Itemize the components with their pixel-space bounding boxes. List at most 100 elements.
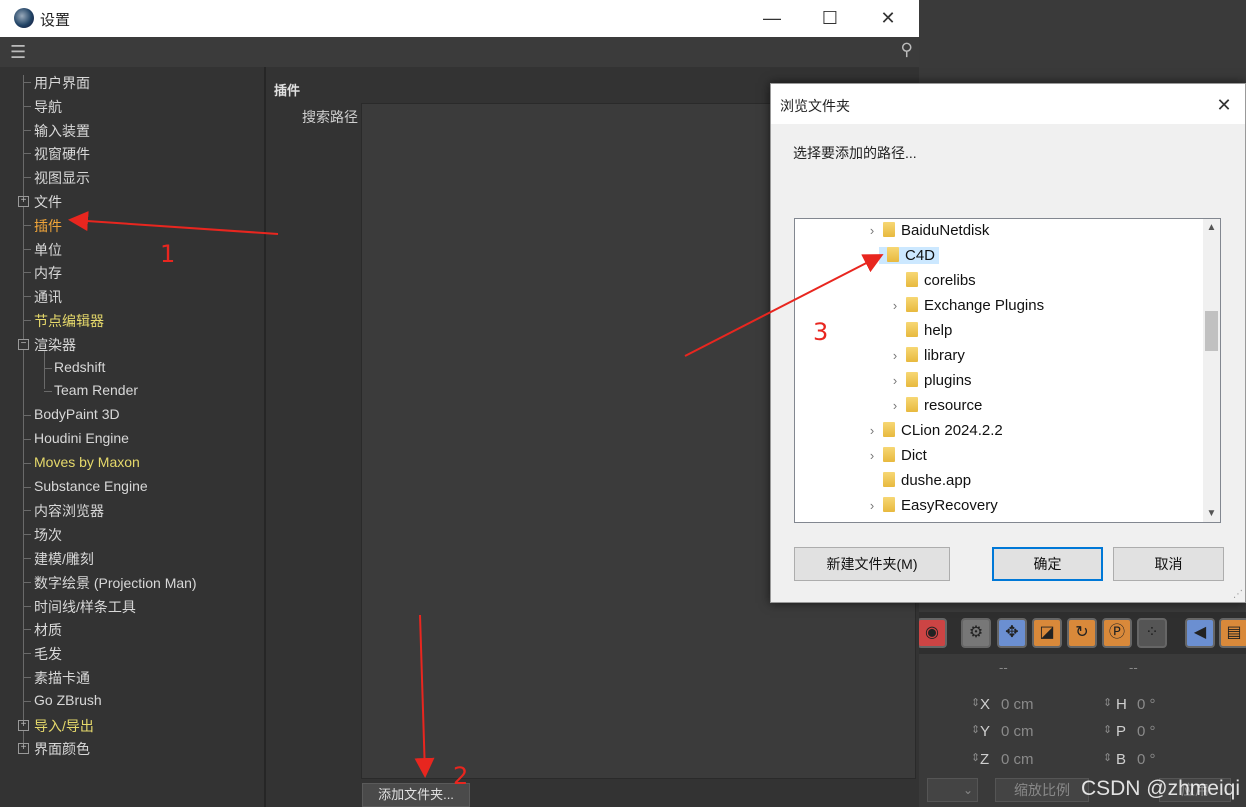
ok-button[interactable]: 确定 (992, 547, 1103, 581)
chevron-right-icon[interactable]: › (865, 219, 879, 243)
nav-item[interactable]: 文件 (34, 192, 62, 212)
folder-tree[interactable]: › BaiduNetdisk ⌄ C4D corelibs › Exchange Plugi… (794, 218, 1221, 523)
nav-item[interactable]: 时间线/样条工具 (34, 597, 136, 617)
grid-dots-icon[interactable]: ⁘ (1137, 618, 1167, 648)
folder-tree-item[interactable]: › plugins (888, 369, 972, 393)
expand-icon[interactable]: + (18, 743, 29, 755)
dialog-close-button[interactable]: ✕ (1211, 92, 1237, 118)
tree-tick (23, 153, 31, 155)
spinner-icon[interactable]: ⇕ (971, 723, 980, 736)
folder-icon (906, 297, 918, 312)
nav-item[interactable]: Houdini Engine (34, 430, 129, 446)
tree-tick (23, 177, 31, 179)
maximize-button[interactable]: ☐ (810, 4, 850, 32)
move-icon[interactable]: ✥ (997, 618, 1027, 648)
nav-item[interactable]: 导航 (34, 97, 62, 117)
film-icon[interactable]: ▤ (1219, 618, 1246, 648)
spinner-icon[interactable]: ⇕ (1103, 723, 1112, 736)
nav-item[interactable]: Redshift (54, 359, 105, 375)
folder-icon (906, 372, 918, 387)
nav-item[interactable]: Substance Engine (34, 478, 148, 494)
folder-tree-item[interactable]: › Exchange Plugins (888, 294, 1044, 318)
nav-item[interactable]: BodyPaint 3D (34, 406, 120, 422)
folder-tree-item[interactable]: › resource (888, 394, 982, 418)
coord-value[interactable]: 0 cm (1001, 723, 1034, 740)
folder-tree-item[interactable]: corelibs (888, 269, 976, 293)
minimize-button[interactable]: — (752, 4, 792, 32)
nav-item[interactable]: Go ZBrush (34, 692, 102, 708)
folder-tree-item[interactable]: › EasyRecovery (865, 494, 998, 518)
vertical-scrollbar[interactable]: ▲ ▼ (1203, 219, 1220, 522)
nav-item[interactable]: 数字绘景 (Projection Man) (34, 573, 197, 593)
nav-item[interactable]: 建模/雕刻 (34, 549, 94, 569)
nav-item[interactable]: 内存 (34, 263, 62, 283)
coord-value[interactable]: 0 ° (1137, 696, 1156, 713)
nav-item[interactable]: 素描卡通 (34, 668, 90, 688)
folder-tree-item[interactable]: ⌄ C4D (865, 244, 940, 268)
folder-tree-item[interactable]: › library (888, 344, 965, 368)
param-icon[interactable]: Ⓟ (1102, 618, 1132, 648)
spinner-icon[interactable]: ⇕ (1103, 696, 1112, 709)
folder-icon (883, 497, 895, 512)
nav-item[interactable]: Team Render (54, 382, 138, 398)
dropdown[interactable]: ⌄ (927, 778, 978, 802)
gear-icon[interactable]: ⚙ (961, 618, 991, 648)
nav-item[interactable]: 输入装置 (34, 121, 90, 141)
nav-item[interactable]: 节点编辑器 (34, 311, 104, 331)
spinner-icon[interactable]: ⇕ (1103, 751, 1112, 764)
nav-item[interactable]: 插件 (34, 216, 62, 236)
tree-tick (23, 415, 31, 417)
hamburger-menu-icon[interactable]: ☰ (10, 43, 32, 61)
coord-value[interactable]: 0 cm (1001, 751, 1034, 768)
search-icon[interactable]: ⚲ (901, 40, 913, 60)
scroll-down-icon[interactable]: ▼ (1203, 505, 1220, 522)
record-icon[interactable]: ◉ (917, 618, 947, 648)
chevron-right-icon[interactable]: › (888, 369, 902, 393)
scroll-thumb[interactable] (1205, 311, 1218, 351)
chevron-right-icon[interactable]: › (865, 444, 879, 468)
folder-tree-item[interactable]: help (888, 319, 952, 343)
nav-item[interactable]: 用户界面 (34, 73, 90, 93)
scale-dropdown[interactable]: 缩放比例 (995, 778, 1089, 802)
new-folder-button[interactable]: 新建文件夹(M) (794, 547, 950, 581)
resize-grip-icon[interactable]: ⋰ (1233, 589, 1243, 600)
nav-item[interactable]: 单位 (34, 240, 62, 260)
chevron-right-icon[interactable]: › (888, 394, 902, 418)
nav-item[interactable]: 内容浏览器 (34, 501, 104, 521)
expand-icon[interactable]: + (18, 719, 29, 731)
cancel-button[interactable]: 取消 (1113, 547, 1224, 581)
coord-value[interactable]: 0 ° (1137, 723, 1156, 740)
nav-item[interactable]: Moves by Maxon (34, 454, 140, 470)
folder-tree-item[interactable]: dushe.app (865, 469, 971, 493)
sound-icon[interactable]: ◀ (1185, 618, 1215, 648)
spinner-icon[interactable]: ⇕ (971, 696, 980, 709)
tree-tick (44, 367, 52, 369)
collapse-icon[interactable]: − (18, 338, 29, 350)
chevron-right-icon[interactable]: › (865, 494, 879, 518)
scroll-up-icon[interactable]: ▲ (1203, 219, 1220, 236)
expand-icon[interactable]: + (18, 196, 29, 207)
nav-item[interactable]: 渲染器 (34, 335, 76, 355)
chevron-right-icon[interactable]: › (865, 419, 879, 443)
folder-tree-item[interactable]: › BaiduNetdisk (865, 219, 989, 243)
folder-tree-item[interactable]: › CLion 2024.2.2 (865, 419, 1003, 443)
nav-item[interactable]: 视窗硬件 (34, 144, 90, 164)
spinner-icon[interactable]: ⇕ (971, 751, 980, 764)
chevron-right-icon[interactable]: › (888, 294, 902, 318)
close-button[interactable]: ✕ (868, 4, 908, 32)
coord-value[interactable]: 0 cm (1001, 696, 1034, 713)
chevron-down-icon[interactable]: ⌄ (865, 244, 879, 268)
nav-item[interactable]: 场次 (34, 525, 62, 545)
rotate-icon[interactable]: ↻ (1067, 618, 1097, 648)
nav-item[interactable]: 界面颜色 (34, 739, 90, 759)
nav-item[interactable]: 视图显示 (34, 168, 90, 188)
nav-item[interactable]: 材质 (34, 620, 62, 640)
coord-value[interactable]: 0 ° (1137, 751, 1156, 768)
scale-icon[interactable]: ◪ (1032, 618, 1062, 648)
tree-tick (23, 129, 31, 131)
chevron-right-icon[interactable]: › (888, 344, 902, 368)
nav-item[interactable]: 导入/导出 (34, 716, 94, 736)
nav-item[interactable]: 通讯 (34, 287, 62, 307)
folder-tree-item[interactable]: › Dict (865, 444, 927, 468)
nav-item[interactable]: 毛发 (34, 644, 62, 664)
